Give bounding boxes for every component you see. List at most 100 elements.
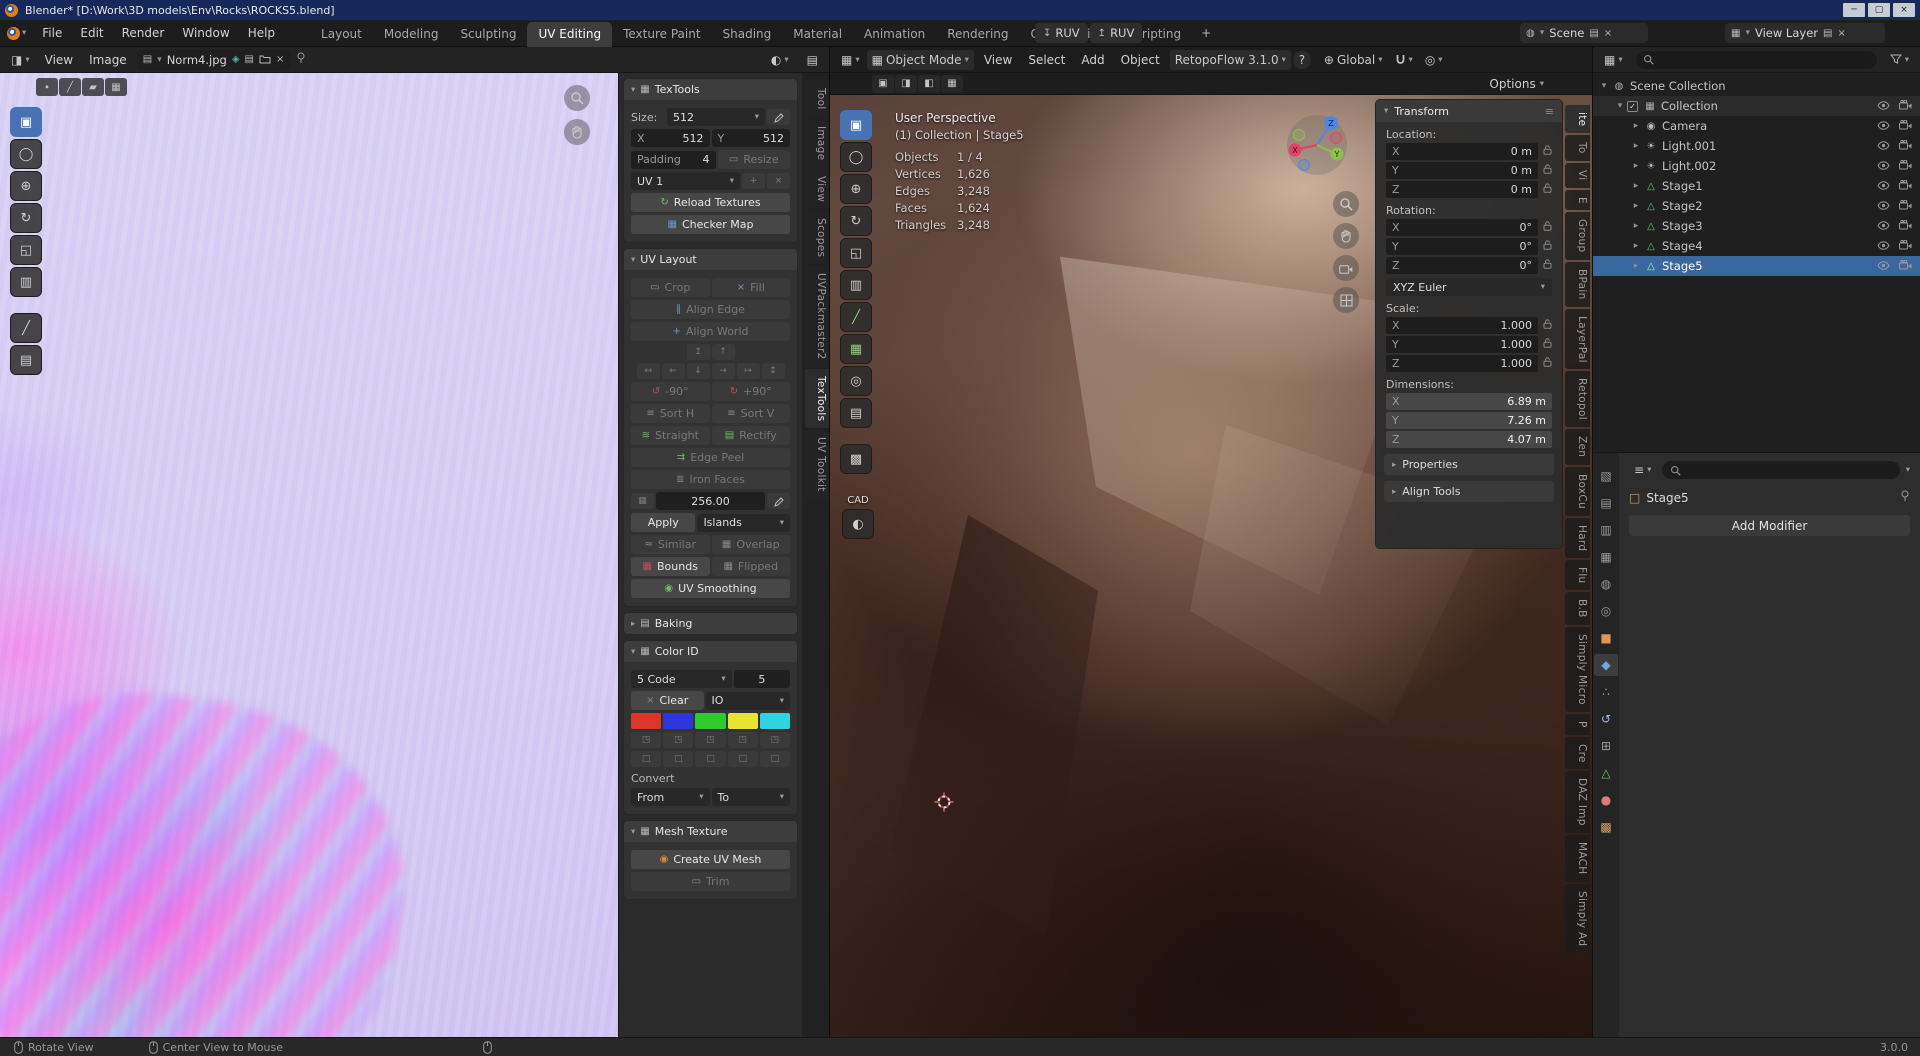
rotation-field[interactable]: Z 0° (1386, 257, 1538, 274)
padding-field[interactable]: Padding 4 (631, 150, 716, 169)
align-arrow-button[interactable]: ↕ (761, 363, 785, 379)
display-channels-button[interactable]: ◐ ▾ (766, 50, 794, 70)
align-arrow-button[interactable]: ↑ (711, 344, 735, 360)
workspace-tab[interactable]: Shading (712, 22, 783, 47)
chevron-down-icon[interactable]: ▾ (1906, 465, 1910, 475)
outliner-item-row[interactable]: ▸ ☀ Light.001 (1593, 136, 1920, 156)
viewport-tool-button[interactable]: ▣ (840, 110, 872, 140)
expand-icon[interactable]: ▸ (1629, 121, 1643, 131)
properties-tab[interactable]: ▦ (1594, 546, 1618, 568)
rotation-field[interactable]: Y 0° (1386, 238, 1538, 255)
minimize-button[interactable]: ─ (1843, 3, 1865, 17)
expand-icon[interactable]: ▸ (1629, 201, 1643, 211)
align-arrow-button[interactable]: ↓ (686, 363, 710, 379)
trim-button[interactable]: ▭ Trim (631, 872, 790, 891)
lock-icon[interactable] (1543, 183, 1552, 196)
close-icon[interactable]: × (1604, 28, 1612, 39)
camera-visibility-icon[interactable] (1899, 99, 1912, 113)
color-count-field[interactable]: 5 (733, 670, 790, 688)
camera-view-icon[interactable] (1333, 255, 1359, 281)
lock-icon[interactable] (1543, 259, 1552, 272)
menu-item[interactable]: Select (1020, 48, 1073, 72)
rotate-cw-button[interactable]: ↻ +90° (711, 382, 790, 401)
cad-sphere-tool-button[interactable]: ◐ (842, 509, 874, 539)
workspace-tab[interactable]: Texture Paint (612, 22, 711, 47)
select-flipped-button[interactable]: ▦ Flipped (711, 557, 790, 576)
sidebar-tab[interactable]: P (1565, 713, 1590, 735)
maximize-button[interactable]: ▢ (1868, 3, 1890, 17)
iron-faces-button[interactable]: ≣ Iron Faces (631, 470, 790, 489)
align-tools-panel-header[interactable]: ▸ Align Tools (1384, 481, 1554, 502)
camera-visibility-icon[interactable] (1899, 119, 1912, 133)
sort-h-button[interactable]: ≡ Sort H (631, 404, 710, 423)
assign-color-button[interactable]: ◳ (727, 732, 758, 748)
sort-v-button[interactable]: ≡ Sort V (711, 404, 790, 423)
properties-tab[interactable]: ● (1594, 789, 1618, 811)
sidebar-tab[interactable]: DAZ Imp (1565, 771, 1590, 834)
straight-button[interactable]: ≋ Straight (631, 426, 710, 445)
sidebar-tab[interactable]: TexTools (805, 369, 829, 429)
resize-button[interactable]: ▭ Resize (717, 150, 790, 169)
viewport-tool-button[interactable]: ⊕ (840, 174, 872, 204)
reload-textures-button[interactable]: ↻ Reload Textures (631, 193, 790, 212)
properties-panel-header[interactable]: ▸ Properties (1384, 454, 1554, 475)
select-color-button[interactable]: □ (663, 751, 694, 767)
lock-icon[interactable] (1543, 164, 1552, 177)
outliner-item-row[interactable]: ▸ △ Stage1 (1593, 176, 1920, 196)
sidebar-tab[interactable]: Group (1565, 212, 1590, 260)
menu-item[interactable]: View (37, 48, 81, 72)
properties-tab[interactable]: ∴ (1594, 681, 1618, 703)
camera-visibility-icon[interactable] (1899, 199, 1912, 213)
editor-type-button[interactable]: ≡ ▾ (1629, 460, 1656, 480)
color-swatch[interactable] (727, 713, 758, 729)
sidebar-tab[interactable]: B.B (1565, 592, 1590, 626)
add-workspace-button[interactable]: + (1192, 26, 1220, 40)
convert-from-dropdown[interactable]: From ▾ (631, 788, 710, 806)
sidebar-tab[interactable]: Simply Micro (1565, 627, 1590, 712)
sidebar-tab[interactable]: ite (1565, 105, 1590, 134)
uv-tool-button[interactable]: ▣ (10, 107, 42, 137)
expand-icon[interactable]: ▾ (1613, 101, 1627, 111)
outliner-item-row[interactable]: ▸ ◉ Camera (1593, 116, 1920, 136)
sidebar-tab[interactable]: To (1565, 135, 1590, 162)
edge-peel-button[interactable]: ⇉ Edge Peel (631, 448, 790, 467)
menu-item[interactable]: Image (81, 48, 135, 72)
retopoflow-dropdown[interactable]: RetopoFlow 3.1.0 ▾ (1169, 49, 1291, 70)
align-world-button[interactable]: + Align World (631, 322, 790, 341)
options-button[interactable]: Options ▾ (1489, 77, 1544, 91)
eyedropper-icon[interactable] (767, 109, 790, 125)
uv-canvas[interactable]: ∙ ╱ ▰ ▦ ▣ ◯ ⊕ ↻ ◱ ▥ ╱ ▤ (0, 73, 618, 1056)
outliner-item-row[interactable]: ▸ △ Stage2 (1593, 196, 1920, 216)
hide-eye-icon[interactable] (1877, 139, 1890, 153)
fill-button[interactable]: × Fill (711, 278, 790, 297)
workspace-tab[interactable]: Material (782, 22, 853, 47)
uv-tool-button[interactable]: ↻ (10, 203, 42, 233)
location-field[interactable]: Y 0 m (1386, 162, 1538, 179)
editor-type-button[interactable]: ◨ ▾ (6, 50, 35, 70)
io-dropdown[interactable]: IO ▾ (705, 691, 790, 710)
rotation-field[interactable]: X 0° (1386, 219, 1538, 236)
expand-icon[interactable]: ▾ (1597, 81, 1611, 91)
select-similar-button[interactable]: ≈ Similar (631, 535, 710, 554)
dimension-field[interactable]: X 6.89 m (1386, 393, 1552, 410)
select-overlap-button[interactable]: ▦ Overlap (711, 535, 790, 554)
location-field[interactable]: X 0 m (1386, 143, 1538, 160)
uv-tool-button[interactable]: ▤ (10, 345, 42, 375)
uv-layout-header[interactable]: ▾ UV Layout (624, 249, 797, 270)
sidebar-tab[interactable]: UV Toolkit (805, 430, 829, 500)
align-arrow-button[interactable]: ↦ (736, 363, 760, 379)
collection-checkbox[interactable]: ✓ (1627, 100, 1638, 112)
close-icon[interactable]: × (1837, 28, 1845, 39)
outliner-item-row[interactable]: ▸ △ Stage4 (1593, 236, 1920, 256)
hide-eye-icon[interactable] (1877, 259, 1890, 273)
align-arrow-button[interactable]: ↤ (636, 363, 660, 379)
image-icon[interactable]: ▤ (143, 54, 152, 65)
select-mode-button[interactable]: ◧ (918, 74, 940, 93)
select-color-button[interactable]: □ (759, 751, 791, 767)
uv-select-mode-button[interactable]: ╱ (59, 78, 81, 96)
select-mode-button[interactable]: ◨ (895, 74, 917, 93)
workspace-tab[interactable]: Layout (310, 22, 373, 47)
color-code-dropdown[interactable]: 5 Code ▾ (631, 670, 732, 688)
viewport-tool-button[interactable]: ◎ (840, 366, 872, 396)
navigation-gizmo[interactable]: Z Y X (1285, 113, 1349, 180)
